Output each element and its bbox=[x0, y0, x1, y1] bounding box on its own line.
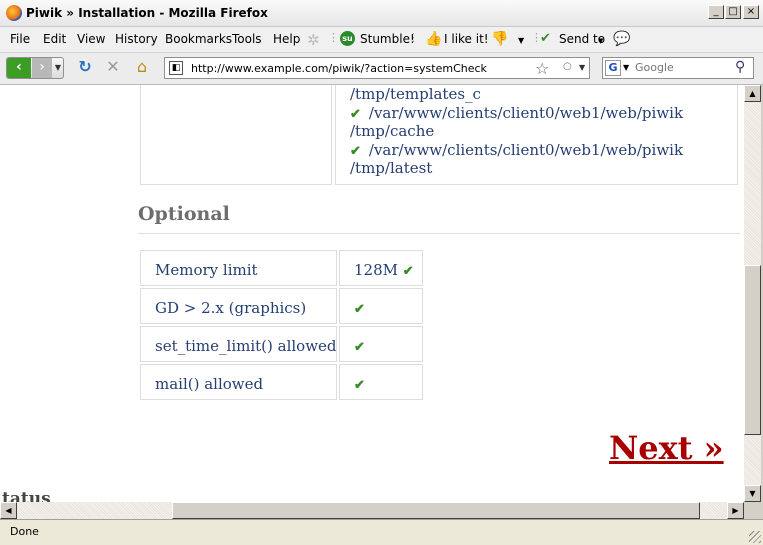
dir-path: /tmp/latest bbox=[350, 159, 433, 177]
url-bar[interactable]: ◧ ☆ ○ ▼ bbox=[164, 57, 590, 79]
close-button[interactable]: × bbox=[743, 5, 759, 19]
optional-row-label: GD > 2.x (graphics) bbox=[140, 288, 337, 324]
menu-edit[interactable]: Edit bbox=[43, 32, 66, 46]
search-input[interactable] bbox=[635, 61, 735, 74]
scroll-right-icon[interactable]: ▶ bbox=[727, 502, 744, 519]
navigation-bar: ‹ › ▼ ↻ ✕ ⌂ ◧ ☆ ○ ▼ G ▼ ⚲ bbox=[0, 53, 763, 85]
dir-path-row: ✔ /var/www/clients/client0/web1/web/piwik bbox=[350, 141, 683, 159]
scroll-left-icon[interactable]: ◀ bbox=[0, 502, 17, 519]
section-divider bbox=[138, 233, 740, 234]
thumbs-up-icon[interactable]: 👍 bbox=[425, 31, 442, 47]
dir-path-row: ✔ /var/www/clients/client0/web1/web/piwik bbox=[350, 104, 683, 122]
optional-row-label: set_time_limit() allowed bbox=[140, 326, 337, 362]
horizontal-scroll-thumb[interactable] bbox=[172, 502, 700, 519]
writable-dirs-table: /tmp/templates_c ✔ /var/www/clients/clien… bbox=[140, 85, 738, 187]
status-text: Done bbox=[10, 525, 39, 538]
scroll-down-icon[interactable]: ▼ bbox=[744, 485, 761, 502]
check-icon: ✔ bbox=[350, 107, 361, 122]
feed-icon[interactable]: ○ bbox=[563, 61, 572, 72]
writable-dirs-label-cell bbox=[140, 85, 332, 185]
menu-view[interactable]: View bbox=[77, 32, 105, 46]
dir-path: /var/www/clients/client0/web1/web/piwik bbox=[368, 104, 684, 122]
stumble-button[interactable]: Stumble! bbox=[360, 32, 415, 46]
minimize-button[interactable]: _ bbox=[708, 5, 724, 19]
send-to-icon[interactable]: ✔ bbox=[540, 31, 556, 47]
optional-row-value: ✔ bbox=[339, 326, 423, 362]
firefox-logo-icon bbox=[6, 5, 22, 21]
throbber-icon: ✲ bbox=[307, 31, 320, 49]
url-dropdown-icon[interactable]: ▼ bbox=[579, 63, 585, 72]
scroll-up-icon[interactable]: ▲ bbox=[744, 85, 761, 102]
menu-file[interactable]: File bbox=[10, 32, 30, 46]
vertical-scrollbar[interactable]: ▲ ▼ bbox=[744, 85, 761, 502]
check-icon: ✔ bbox=[402, 264, 414, 279]
status-bar: Done bbox=[0, 519, 763, 545]
optional-row-value: ✔ bbox=[339, 364, 423, 400]
chevron-down-icon[interactable]: ▼ bbox=[598, 37, 614, 53]
menu-help[interactable]: Help bbox=[273, 32, 300, 46]
title-bar: Piwik » Installation - Mozilla Firefox _… bbox=[0, 0, 763, 27]
history-dropdown-icon[interactable]: ▼ bbox=[53, 58, 63, 78]
stumbleupon-icon[interactable]: su bbox=[340, 31, 355, 46]
optional-row-label: mail() allowed bbox=[140, 364, 337, 400]
horizontal-scrollbar[interactable]: ◀ ▶ bbox=[0, 502, 744, 519]
dir-path: /tmp/templates_c bbox=[350, 85, 481, 103]
forward-button[interactable]: › bbox=[32, 58, 52, 78]
comment-icon[interactable]: 💬 bbox=[613, 31, 630, 47]
search-icon[interactable]: ⚲ bbox=[735, 59, 745, 75]
menu-bookmarks[interactable]: Bookmarks bbox=[165, 32, 232, 46]
optional-row-label: Memory limit bbox=[140, 250, 337, 286]
bookmark-star-icon[interactable]: ☆ bbox=[535, 59, 549, 78]
maximize-button[interactable]: □ bbox=[725, 5, 741, 19]
next-link[interactable]: Next » bbox=[609, 429, 724, 467]
check-icon: ✔ bbox=[354, 378, 365, 393]
menu-history[interactable]: History bbox=[115, 32, 158, 46]
optional-row-value: ✔ bbox=[339, 288, 423, 324]
search-engine-dropdown-icon[interactable]: ▼ bbox=[623, 63, 629, 72]
cut-off-heading: tatus bbox=[2, 489, 51, 502]
check-icon: ✔ bbox=[350, 144, 361, 159]
resize-grip-icon[interactable] bbox=[749, 531, 761, 543]
search-engine-icon[interactable]: G bbox=[605, 60, 621, 76]
optional-row-value: 128M ✔ bbox=[339, 250, 423, 286]
stop-icon[interactable]: ✕ bbox=[104, 58, 122, 76]
toolbar-grip-icon: ⋮ bbox=[408, 31, 419, 44]
window-title: Piwik » Installation - Mozilla Firefox bbox=[26, 6, 268, 20]
dir-path: /tmp/cache bbox=[350, 122, 435, 140]
scrollbar-corner bbox=[744, 502, 763, 519]
menu-tools[interactable]: Tools bbox=[232, 32, 262, 46]
page-content: /tmp/templates_c ✔ /var/www/clients/clien… bbox=[0, 85, 744, 502]
optional-value-text: 128M bbox=[354, 261, 398, 279]
dir-path: /var/www/clients/client0/web1/web/piwik bbox=[368, 141, 684, 159]
home-icon[interactable]: ⌂ bbox=[133, 58, 151, 76]
check-icon: ✔ bbox=[354, 340, 365, 355]
site-identity-icon[interactable]: ◧ bbox=[169, 61, 183, 75]
reload-icon[interactable]: ↻ bbox=[76, 58, 94, 76]
menu-bar: File Edit View History Bookmarks Tools H… bbox=[0, 27, 763, 53]
back-forward-group: ‹ › ▼ bbox=[6, 57, 64, 79]
i-like-it-button[interactable]: I like it! bbox=[444, 32, 489, 46]
writable-dirs-value-cell: /tmp/templates_c ✔ /var/www/clients/clien… bbox=[335, 85, 738, 185]
vertical-scroll-thumb[interactable] bbox=[744, 265, 761, 435]
back-button[interactable]: ‹ bbox=[7, 58, 31, 78]
thumbs-down-icon[interactable]: 👎 bbox=[491, 31, 508, 47]
check-icon: ✔ bbox=[354, 302, 365, 317]
optional-section-title: Optional bbox=[138, 203, 230, 225]
url-input[interactable] bbox=[191, 62, 531, 75]
search-bar[interactable]: G ▼ ⚲ bbox=[602, 57, 754, 79]
